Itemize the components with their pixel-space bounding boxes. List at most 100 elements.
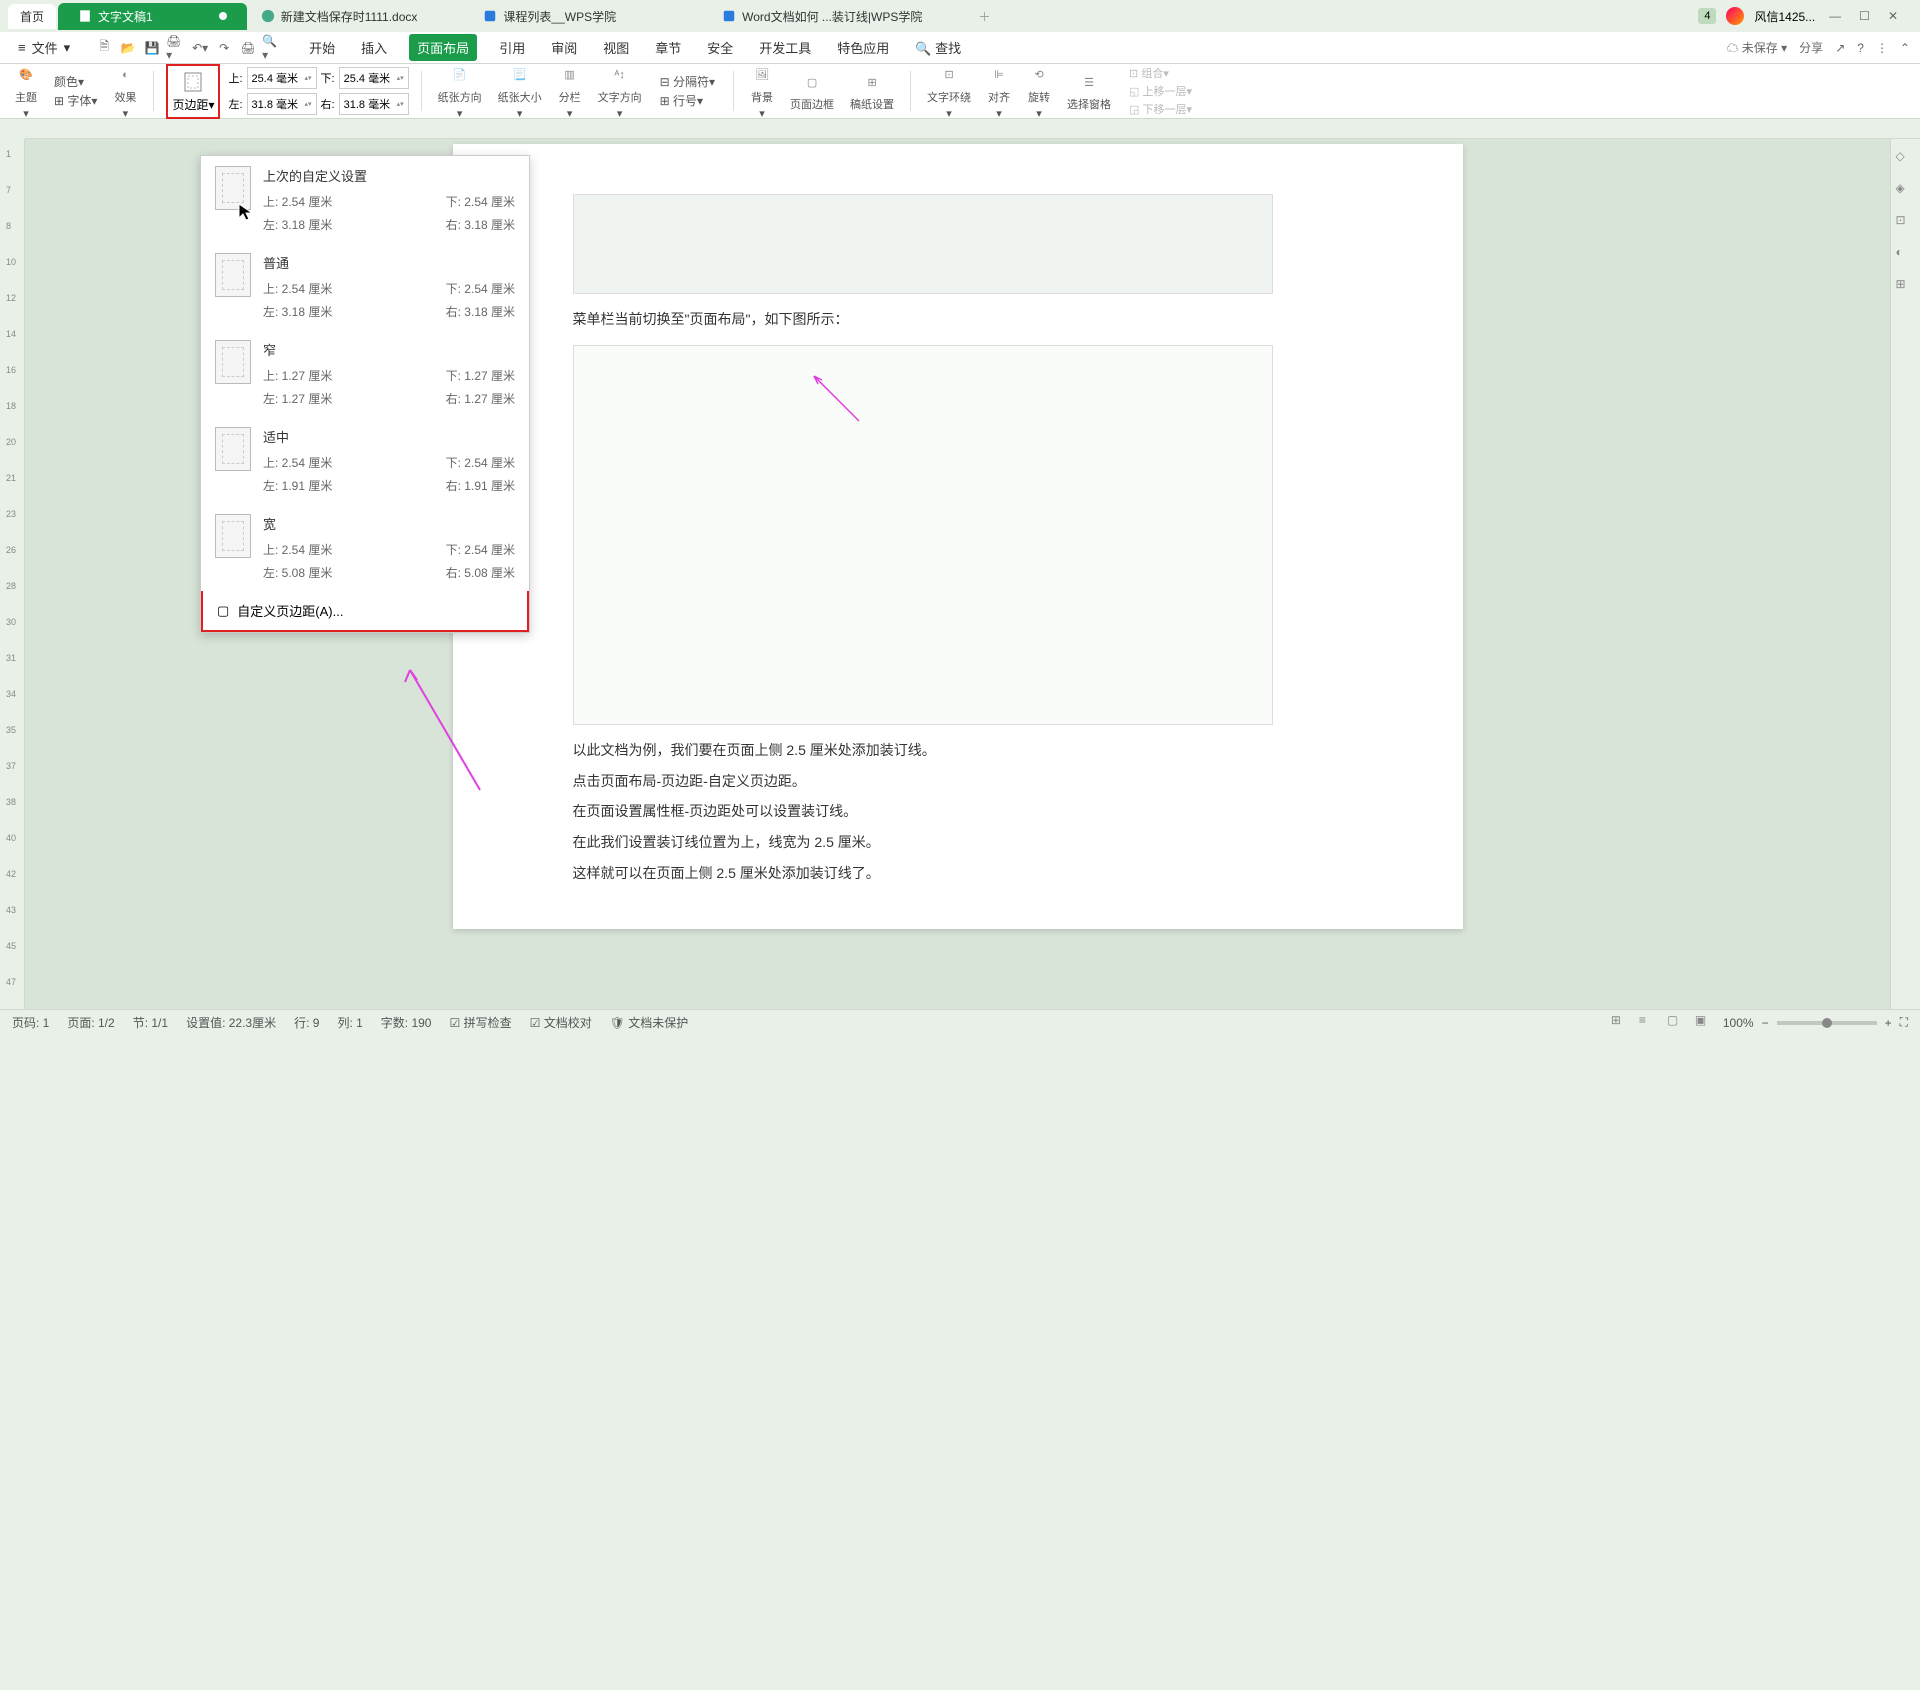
margins-option-moderate[interactable]: 适中 上: 2.54 厘米左: 1.91 厘米下: 2.54 厘米右: 1.91…	[201, 417, 529, 504]
help-button[interactable]: ?	[1857, 41, 1864, 55]
border-button[interactable]: ▢页面边框	[786, 68, 838, 114]
sidebar-tool-1[interactable]: ◇	[1896, 149, 1916, 169]
main-menus: 开始 插入 页面布局 引用 审阅 视图 章节 安全 开发工具 特色应用 🔍 查找	[305, 34, 965, 61]
ruler-horizontal[interactable]	[25, 119, 1920, 139]
document-page[interactable]: 菜单栏当前切换至"页面布局"，如下图所示： 以此文档为例，我们要在页面上侧 2.…	[453, 144, 1463, 929]
open-button[interactable]: 📂	[118, 38, 138, 58]
margin-right-input[interactable]: 31.8 毫米▴▾	[339, 93, 409, 115]
status-spell[interactable]: ☑ 拼写检查	[449, 1014, 511, 1031]
notification-badge[interactable]: 4	[1698, 8, 1716, 24]
theme-button[interactable]: 🎨主题▾	[10, 61, 42, 122]
save-button[interactable]: 💾	[142, 38, 162, 58]
minimize-button[interactable]: —	[1825, 7, 1845, 25]
menu-insert[interactable]: 插入	[357, 34, 391, 61]
status-page[interactable]: 页面: 1/2	[67, 1014, 114, 1031]
sidebar-tool-3[interactable]: ⊡	[1896, 213, 1916, 233]
undo-button[interactable]: ↶▾	[190, 38, 210, 58]
forward-button: ◱ 上移一层▾	[1129, 83, 1192, 99]
orientation-button[interactable]: 📄纸张方向▾	[434, 61, 486, 122]
tab-active-doc[interactable]: 文字文稿1	[58, 3, 247, 30]
margins-option-wide[interactable]: 宽 上: 2.54 厘米左: 5.08 厘米下: 2.54 厘米右: 5.08 …	[201, 504, 529, 591]
menu-chapter[interactable]: 章节	[651, 34, 685, 61]
tab-bar: 首页 文字文稿1 新建文档保存时1111.docx 课程列表__WPS学院 Wo…	[0, 0, 1920, 32]
grid-button[interactable]: ⊞稿纸设置	[846, 68, 898, 114]
background-icon: 🖼	[750, 63, 774, 87]
menu-start[interactable]: 开始	[305, 34, 339, 61]
menu-view[interactable]: 视图	[599, 34, 633, 61]
save-as-button[interactable]: 🖨▾	[166, 38, 186, 58]
menu-dev[interactable]: 开发工具	[755, 34, 815, 61]
menu-security[interactable]: 安全	[703, 34, 737, 61]
maximize-button[interactable]: ☐	[1855, 7, 1874, 25]
margin-bottom-input[interactable]: 25.4 毫米▴▾	[339, 67, 409, 89]
status-col: 列: 1	[337, 1014, 362, 1031]
pane-button[interactable]: ☰选择窗格	[1063, 68, 1115, 114]
wrap-button[interactable]: ⊡文字环绕▾	[923, 61, 975, 122]
file-menu[interactable]: ≡ 文件 ▾	[10, 34, 78, 61]
status-page-no[interactable]: 页码: 1	[12, 1014, 49, 1031]
tab-add[interactable]: ＋	[966, 4, 1002, 29]
redo-button[interactable]: ↷	[214, 38, 234, 58]
sidebar-tool-5[interactable]: ⊞	[1896, 277, 1916, 297]
breaks-button[interactable]: ⊟ 分隔符▾	[660, 73, 715, 90]
status-proof[interactable]: ☑ 文档校对	[530, 1014, 592, 1031]
align-button[interactable]: ⊫对齐▾	[983, 61, 1015, 122]
effect-button[interactable]: ◐效果▾	[109, 61, 141, 122]
collapse-button[interactable]: ⌃	[1900, 41, 1910, 55]
sidebar-tool-4[interactable]: ◐	[1896, 245, 1916, 265]
zoom-slider[interactable]	[1777, 1021, 1877, 1025]
menu-review[interactable]: 审阅	[547, 34, 581, 61]
line-no-button[interactable]: ⊞ 行号▾	[660, 92, 715, 109]
status-row: 行: 9	[294, 1014, 319, 1031]
more-button[interactable]: ⋮	[1876, 41, 1888, 55]
new-button[interactable]: 🗎	[94, 38, 114, 58]
font-button[interactable]: ⊞ 字体▾	[54, 92, 97, 109]
print-button[interactable]: 🖨	[238, 38, 258, 58]
margins-custom-option[interactable]: ▢ 自定义页边距(A)...	[201, 591, 529, 632]
tab-doc-3[interactable]: Word文档如何 ...装订线|WPS学院	[710, 4, 934, 29]
zoom-in[interactable]: +	[1885, 1016, 1892, 1030]
columns-button[interactable]: ▥分栏▾	[554, 61, 586, 122]
menu-page-layout[interactable]: 页面布局	[409, 34, 477, 61]
zoom-out[interactable]: −	[1762, 1016, 1769, 1030]
margins-option-narrow[interactable]: 窄 上: 1.27 厘米左: 1.27 厘米下: 1.27 厘米右: 1.27 …	[201, 330, 529, 417]
menu-special[interactable]: 特色应用	[833, 34, 893, 61]
margin-left-input[interactable]: 31.8 毫米▴▾	[247, 93, 317, 115]
margins-option-normal[interactable]: 普通 上: 2.54 厘米左: 3.18 厘米下: 2.54 厘米右: 3.18…	[201, 243, 529, 330]
effect-icon: ◐	[113, 63, 137, 87]
color-button[interactable]: 颜色▾	[54, 73, 97, 90]
tab-home[interactable]: 首页	[8, 4, 56, 29]
export-button[interactable]: ↗	[1835, 41, 1845, 55]
fullscreen-button[interactable]: ⛶	[1900, 1015, 1908, 1030]
menu-reference[interactable]: 引用	[495, 34, 529, 61]
margins-option-last[interactable]: 上次的自定义设置 上: 2.54 厘米左: 3.18 厘米下: 2.54 厘米右…	[201, 156, 529, 243]
rotate-button[interactable]: ⟲旋转▾	[1023, 61, 1055, 122]
ruler-vertical[interactable]: 1781012141618202123262830313435373840424…	[0, 139, 25, 1009]
tab-doc-1[interactable]: 新建文档保存时1111.docx	[249, 4, 430, 29]
margin-preview-icon	[215, 340, 251, 384]
zoom-label[interactable]: 100%	[1723, 1016, 1754, 1030]
margins-dropdown: 上次的自定义设置 上: 2.54 厘米左: 3.18 厘米下: 2.54 厘米右…	[200, 155, 530, 633]
status-section[interactable]: 节: 1/1	[133, 1014, 168, 1031]
user-avatar[interactable]	[1726, 7, 1744, 25]
tab-doc-2[interactable]: 课程列表__WPS学院	[471, 4, 628, 29]
background-button[interactable]: 🖼背景▾	[746, 61, 778, 122]
size-button[interactable]: 📃纸张大小▾	[494, 61, 546, 122]
share-button[interactable]: 分享	[1799, 39, 1823, 56]
unsaved-indicator[interactable]: ☁ 未保存 ▾	[1726, 39, 1787, 56]
print-preview-button[interactable]: 🔍▾	[262, 38, 282, 58]
margins-button[interactable]: 页边距▾	[166, 64, 220, 119]
margin-preview-icon	[215, 253, 251, 297]
margin-top-input[interactable]: 25.4 毫米▴▾	[247, 67, 317, 89]
paragraph: 这样就可以在页面上侧 2.5 厘米处添加装订线了。	[573, 858, 1343, 889]
direction-button[interactable]: ᴬ↕文字方向▾	[594, 61, 646, 122]
user-name[interactable]: 风信1425...	[1754, 8, 1815, 25]
columns-icon: ▥	[558, 63, 582, 87]
close-button[interactable]: ✕	[1884, 7, 1902, 25]
menu-search[interactable]: 🔍 查找	[911, 34, 965, 61]
sidebar-tool-2[interactable]: ◈	[1896, 181, 1916, 201]
margin-preview-icon	[215, 166, 251, 210]
status-words[interactable]: 字数: 190	[381, 1014, 432, 1031]
status-protect[interactable]: 🛡 文档未保护	[610, 1014, 689, 1031]
word-icon	[261, 9, 275, 23]
